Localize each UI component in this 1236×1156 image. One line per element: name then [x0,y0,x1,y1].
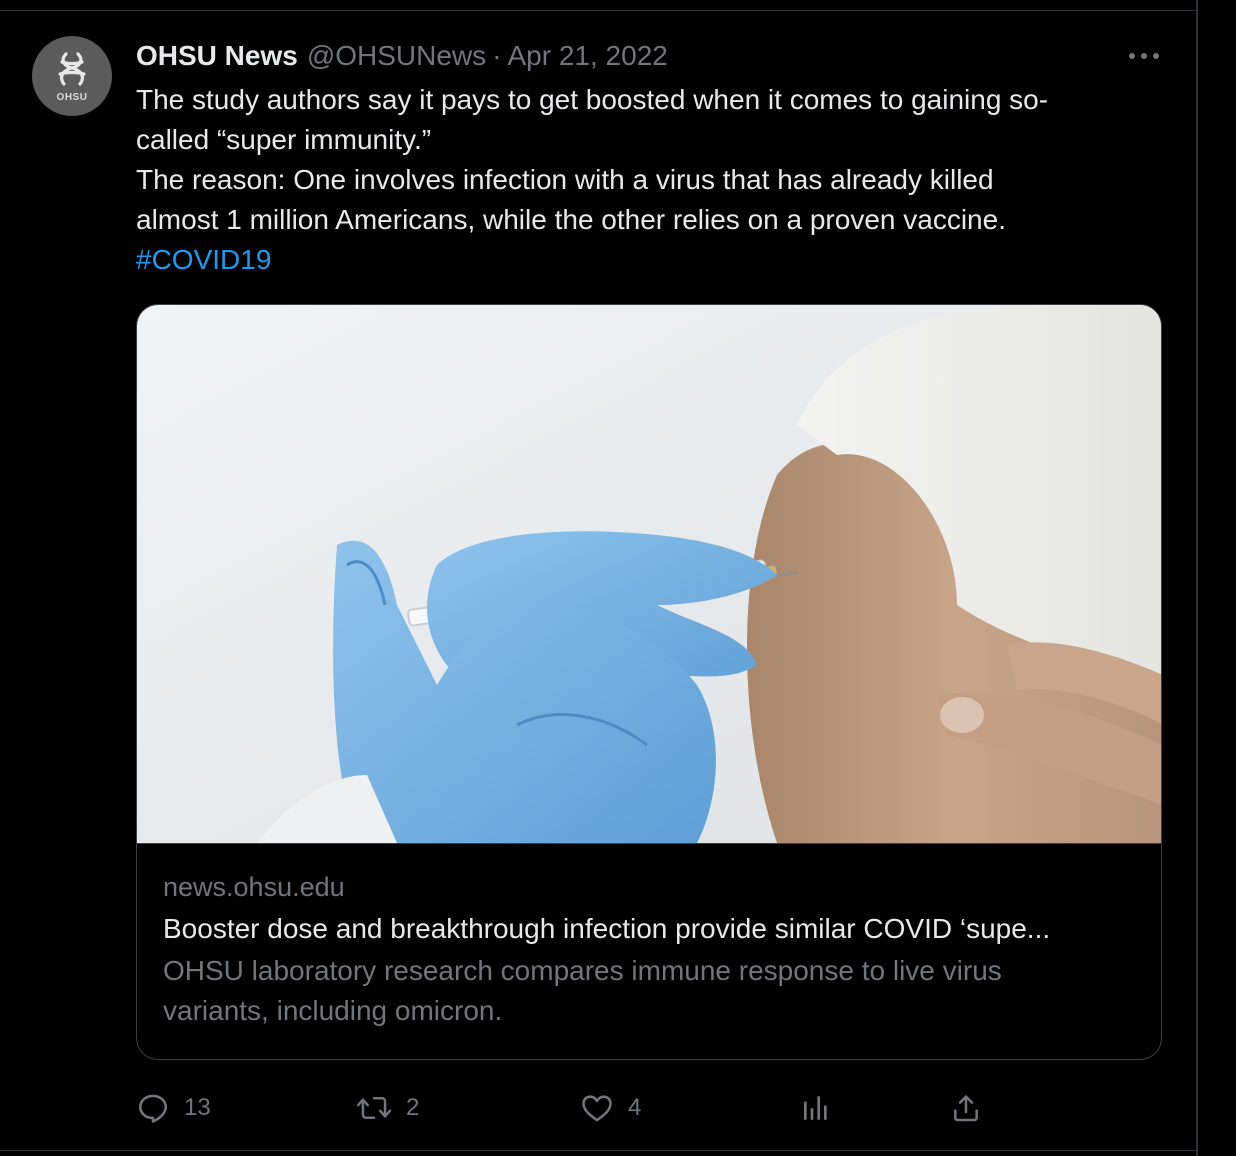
card-description: OHSU laboratory research compares immune… [163,951,1143,1031]
header-separator: · [492,40,502,71]
bottom-divider [0,1150,1197,1151]
like-icon [582,1095,612,1122]
tweet-text: The study authors say it pays to get boo… [136,80,1166,280]
tweet-page: OHSU OHSU News @OHSUNews · Apr 21, 2022 … [0,0,1236,1156]
top-divider [0,10,1197,11]
tweet-text-line: The study authors say it pays to get boo… [136,84,1049,115]
card-domain: news.ohsu.edu [163,872,345,902]
avatar-label: OHSU [56,91,88,103]
card-description-line: OHSU laboratory research compares immune… [163,955,1002,986]
share-button[interactable] [950,1088,982,1128]
more-options-button[interactable] [1124,44,1164,68]
avatar[interactable]: OHSU [32,36,112,116]
author-name[interactable]: OHSU News [136,40,298,72]
retweet-count: 2 [406,1094,420,1121]
tweet-text-line: The reason: One involves infection with … [136,164,994,195]
retweet-icon [356,1097,392,1119]
tweet-header: OHSU News @OHSUNews · Apr 21, 2022 [136,38,668,74]
card-meta: news.ohsu.edu Booster dose and breakthro… [163,867,1143,1031]
hashtag-link[interactable]: #COVID19 [136,240,1166,280]
like-button[interactable]: 4 [580,1088,641,1128]
tweet-timestamp[interactable]: Apr 21, 2022 [508,40,668,72]
author-handle[interactable]: @OHSUNews [307,40,486,72]
card-image[interactable] [137,305,1161,844]
reply-icon [138,1094,168,1123]
views-icon [804,1096,827,1120]
column-border [1196,0,1198,1156]
tweet-text-line: almost 1 million Americans, while the ot… [136,204,1006,235]
reply-count: 13 [184,1094,211,1121]
link-card[interactable]: news.ohsu.edu Booster dose and breakthro… [136,304,1162,1060]
reply-button[interactable]: 13 [136,1088,211,1128]
card-title[interactable]: Booster dose and breakthrough infection … [163,907,1143,951]
retweet-button[interactable]: 2 [356,1088,419,1128]
action-bar: 13 2 4 [136,1088,1166,1128]
card-description-line: variants, including omicron. [163,995,503,1026]
tweet-text-line: called “super immunity.” [136,124,432,155]
like-count: 4 [628,1094,642,1121]
ohsu-logo-icon [58,51,86,86]
views-button[interactable] [800,1088,832,1128]
share-icon [954,1095,978,1122]
more-icon [1129,53,1159,59]
vaccination-photo [137,305,1161,843]
